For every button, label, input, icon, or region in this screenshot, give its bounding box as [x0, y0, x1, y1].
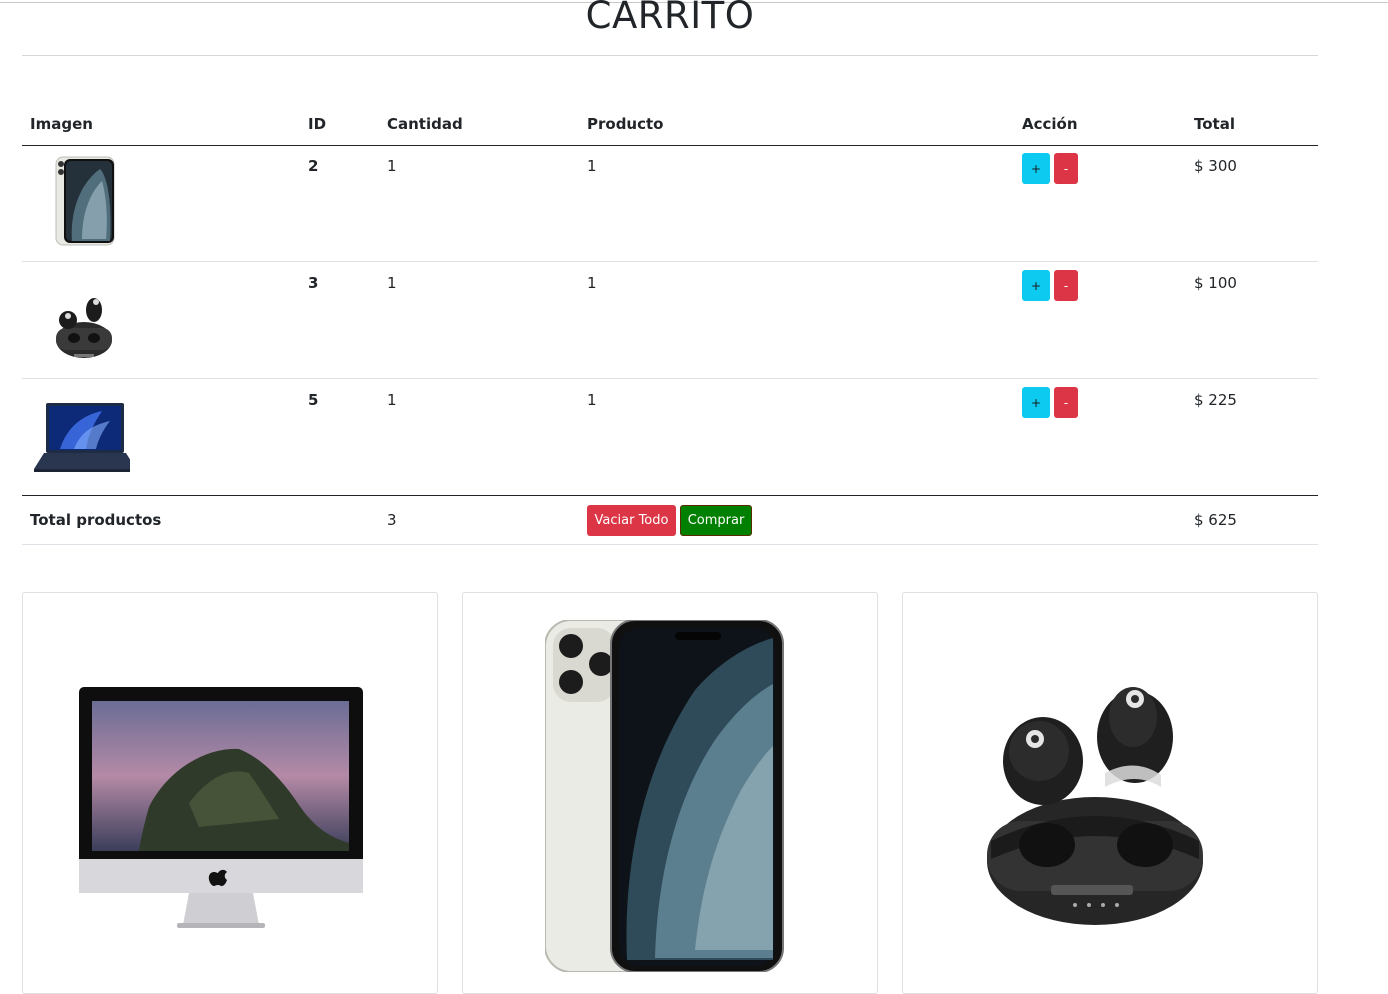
table-row: 5 1 1 + - $ 225: [22, 379, 1318, 496]
cart-footer: Total productos 3 Vaciar Todo Comprar $ …: [22, 495, 1318, 545]
row-total: $ 225: [1194, 391, 1237, 409]
iphone-thumbnail: [55, 156, 115, 246]
iphone-image: [545, 620, 784, 972]
add-quantity-button[interactable]: +: [1022, 387, 1050, 418]
row-cantidad: 1: [387, 157, 397, 175]
row-producto: 1: [587, 274, 597, 292]
product-card[interactable]: [902, 592, 1318, 994]
row-producto: 1: [587, 157, 597, 175]
header-imagen: Imagen: [30, 115, 93, 133]
remove-quantity-button[interactable]: -: [1054, 153, 1078, 184]
header-id: ID: [308, 115, 327, 133]
add-quantity-button[interactable]: +: [1022, 270, 1050, 301]
table-row: 2 1 1 + - $ 300: [22, 145, 1318, 262]
row-id: 3: [308, 274, 319, 292]
title-divider: [22, 55, 1318, 56]
remove-quantity-button[interactable]: -: [1054, 387, 1078, 418]
row-id: 5: [308, 391, 319, 409]
product-card[interactable]: [462, 592, 878, 994]
header-total: Total: [1194, 115, 1235, 133]
total-products-count: 3: [387, 511, 397, 529]
header-producto: Producto: [587, 115, 664, 133]
row-total: $ 100: [1194, 274, 1237, 292]
product-card[interactable]: [22, 592, 438, 994]
row-total: $ 300: [1194, 157, 1237, 175]
page-title: CARRITO: [585, 0, 755, 37]
cart-table-header: Imagen ID Cantidad Producto Acción Total: [22, 105, 1318, 146]
empty-cart-button[interactable]: Vaciar Todo: [587, 505, 676, 536]
buy-button[interactable]: Comprar: [680, 505, 752, 536]
cart-grand-total: $ 625: [1194, 511, 1237, 529]
remove-quantity-button[interactable]: -: [1054, 270, 1078, 301]
earbuds-image: [987, 687, 1203, 925]
header-accion: Acción: [1022, 115, 1078, 133]
row-producto: 1: [587, 391, 597, 409]
total-products-label: Total productos: [30, 511, 162, 529]
row-cantidad: 1: [387, 391, 397, 409]
table-row: 3 1 1 + - $ 100: [22, 262, 1318, 379]
row-id: 2: [308, 157, 319, 175]
header-cantidad: Cantidad: [387, 115, 463, 133]
imac-image: [79, 687, 363, 928]
row-cantidad: 1: [387, 274, 397, 292]
earbuds-thumbnail: [56, 298, 112, 358]
add-quantity-button[interactable]: +: [1022, 153, 1050, 184]
laptop-thumbnail: [34, 403, 130, 472]
